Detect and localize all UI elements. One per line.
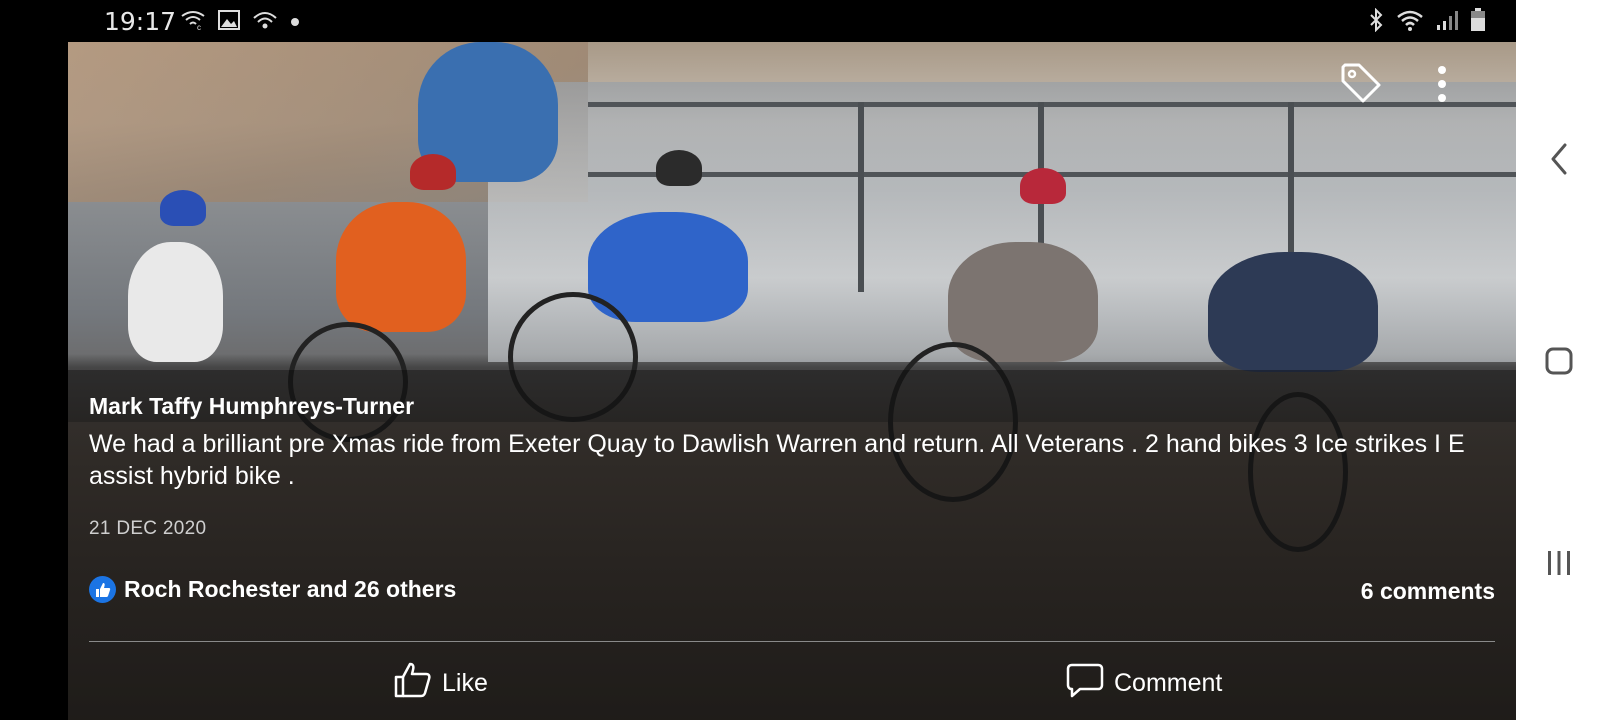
more-options-icon[interactable] [1428,62,1456,106]
rider-helmet [160,190,206,226]
comments-count[interactable]: 6 comments [1361,578,1495,605]
rider-helmet [410,154,456,190]
status-bar: 19:17 c [0,0,1516,42]
caption-overlay [68,370,1516,720]
rider-orange-jacket [336,202,466,332]
battery-icon [1470,8,1486,37]
svg-text:c: c [197,23,201,30]
status-time: 19:17 [104,7,177,36]
dot-icon [290,14,300,32]
status-left-icons: c [180,10,300,35]
like-button-label: Like [442,669,488,697]
wifi-icon [1396,9,1424,36]
gallery-icon [218,10,240,35]
rider-white-shirt [128,242,223,362]
rider-navy-vest [1208,252,1378,372]
home-icon[interactable] [1542,344,1576,378]
comment-button-label: Comment [1114,669,1223,697]
hotspot-icon [252,10,278,35]
rider-helmet [656,150,702,186]
reactions-summary[interactable]: Roch Rochester and 26 others [89,576,456,603]
bluetooth-icon [1368,7,1384,37]
like-button[interactable]: Like [394,662,488,705]
thumbs-up-icon [394,662,432,705]
post-author[interactable]: Mark Taffy Humphreys-Turner [89,393,414,420]
navigation-bar [1516,0,1600,720]
divider [89,641,1495,642]
recent-apps-icon[interactable] [1542,546,1576,580]
back-icon[interactable] [1542,142,1576,176]
comment-bubble-icon [1066,662,1104,705]
tag-icon[interactable] [1338,60,1384,106]
post-date: 21 DEC 2020 [89,518,207,539]
status-right-icons [1368,7,1486,37]
railing-post [1288,102,1294,272]
post-caption: We had a brilliant pre Xmas ride from Ex… [89,430,1465,490]
railing-post [858,102,864,292]
rider-helmet [1020,168,1066,204]
comment-button[interactable]: Comment [1066,662,1222,705]
wifi-calling-icon: c [180,10,206,35]
likes-count-text: Roch Rochester and 26 others [124,576,457,602]
signal-icon [1436,9,1458,36]
like-badge-icon [89,576,116,603]
